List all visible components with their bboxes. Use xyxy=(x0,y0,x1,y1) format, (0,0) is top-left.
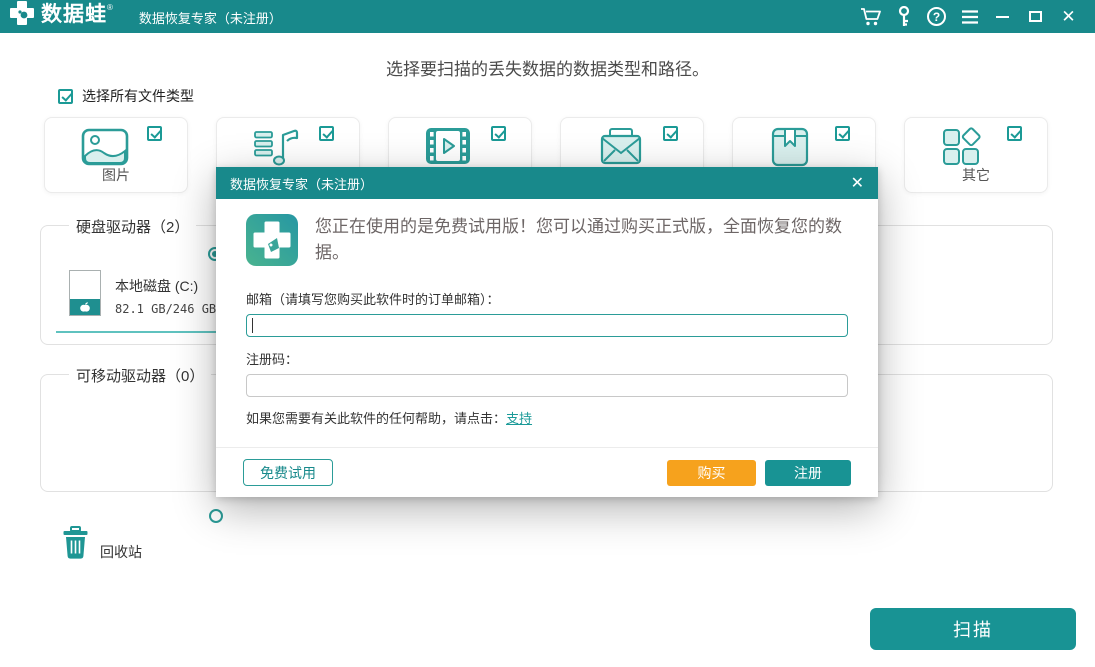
card-images[interactable]: 图片 xyxy=(44,117,188,193)
trial-message: 您正在使用的是免费试用版！您可以通过购买正式版，全面恢复您的数据。 xyxy=(315,214,848,266)
logo-text: 数据蛙 xyxy=(41,0,107,30)
window-title: 数据恢复专家（未注册） xyxy=(139,8,282,27)
dialog-footer: 免费试用 购买 注册 xyxy=(216,447,878,497)
dialog-body: 您正在使用的是免费试用版！您可以通过购买正式版，全面恢复您的数据。 邮箱（请填写… xyxy=(216,214,878,427)
recycle-bin-radio[interactable] xyxy=(209,509,223,523)
minimize-icon[interactable] xyxy=(986,0,1019,33)
disk-name: 本地磁盘 (C:) xyxy=(115,276,216,296)
disk-item[interactable]: 本地磁盘 (C:) 82.1 GB/246 GB xyxy=(69,270,216,316)
free-trial-button[interactable]: 免费试用 xyxy=(243,459,333,486)
close-icon[interactable]: ✕ xyxy=(1052,0,1085,33)
select-all-row: 选择所有文件类型 xyxy=(58,86,194,106)
document-icon xyxy=(769,127,811,172)
dialog-titlebar: 数据恢复专家（未注册） ✕ xyxy=(216,167,878,199)
titlebar-actions: ? ✕ xyxy=(854,0,1095,33)
recycle-bin-item[interactable]: 回收站 xyxy=(62,526,142,564)
text-caret xyxy=(252,318,253,333)
trash-icon xyxy=(62,526,89,564)
card-other[interactable]: 其它 xyxy=(904,117,1048,193)
cart-icon[interactable] xyxy=(854,0,887,33)
register-button[interactable]: 注册 xyxy=(765,460,851,486)
frog-cross-app-icon xyxy=(246,214,298,266)
email-label: 邮箱（请填写您购买此软件时的订单邮箱）： xyxy=(246,289,848,308)
menu-icon[interactable] xyxy=(953,0,986,33)
help-row: 如果您需要有关此软件的任何帮助，请点击：支持 xyxy=(246,408,848,427)
apple-logo-icon xyxy=(79,301,91,313)
card-video-checkbox[interactable] xyxy=(491,126,506,141)
maximize-icon[interactable] xyxy=(1019,0,1052,33)
select-all-label: 选择所有文件类型 xyxy=(82,86,194,106)
drive-icon xyxy=(69,270,101,316)
removable-drives-label: 可移动驱动器（0） xyxy=(69,365,211,386)
help-question-glyph: ? xyxy=(927,7,946,26)
card-other-checkbox[interactable] xyxy=(1007,126,1022,141)
email-icon xyxy=(597,127,645,170)
app-logo: 数据蛙 ® xyxy=(9,0,113,33)
card-audio-checkbox[interactable] xyxy=(319,126,334,141)
page-title: 选择要扫描的丢失数据的数据类型和路径。 xyxy=(0,55,1095,80)
scan-button[interactable]: 扫描 xyxy=(870,608,1076,650)
buy-button[interactable]: 购买 xyxy=(667,460,756,486)
logo-trademark: ® xyxy=(107,3,113,12)
select-all-checkbox[interactable] xyxy=(58,89,73,104)
recycle-bin-label: 回收站 xyxy=(100,542,142,562)
dialog-close-icon[interactable]: ✕ xyxy=(851,173,864,193)
card-documents-checkbox[interactable] xyxy=(835,126,850,141)
help-icon[interactable]: ? xyxy=(920,0,953,33)
dialog-title: 数据恢复专家（未注册） xyxy=(230,174,373,193)
support-link[interactable]: 支持 xyxy=(506,411,532,426)
frog-cross-logo-icon xyxy=(9,0,35,33)
register-dialog: 数据恢复专家（未注册） ✕ 您正在使用的是免费试用版！您可以通过购买正式版，全面… xyxy=(216,167,878,497)
hard-drives-label: 硬盘驱动器（2） xyxy=(69,216,196,237)
card-images-checkbox[interactable] xyxy=(147,126,162,141)
email-input[interactable] xyxy=(246,314,848,337)
disk-capacity: 82.1 GB/246 GB xyxy=(115,302,216,316)
card-email-checkbox[interactable] xyxy=(663,126,678,141)
titlebar: 数据蛙 ® 数据恢复专家（未注册） ? xyxy=(0,0,1095,33)
registration-code-input[interactable] xyxy=(246,374,848,397)
key-icon[interactable] xyxy=(887,0,920,33)
code-label: 注册码： xyxy=(246,349,848,368)
video-icon xyxy=(425,127,471,170)
help-text: 如果您需要有关此软件的任何帮助，请点击： xyxy=(246,411,506,426)
card-label: 图片 xyxy=(45,165,187,185)
app-window: 数据蛙 ® 数据恢复专家（未注册） ? xyxy=(0,0,1095,667)
card-label: 其它 xyxy=(905,165,1047,185)
